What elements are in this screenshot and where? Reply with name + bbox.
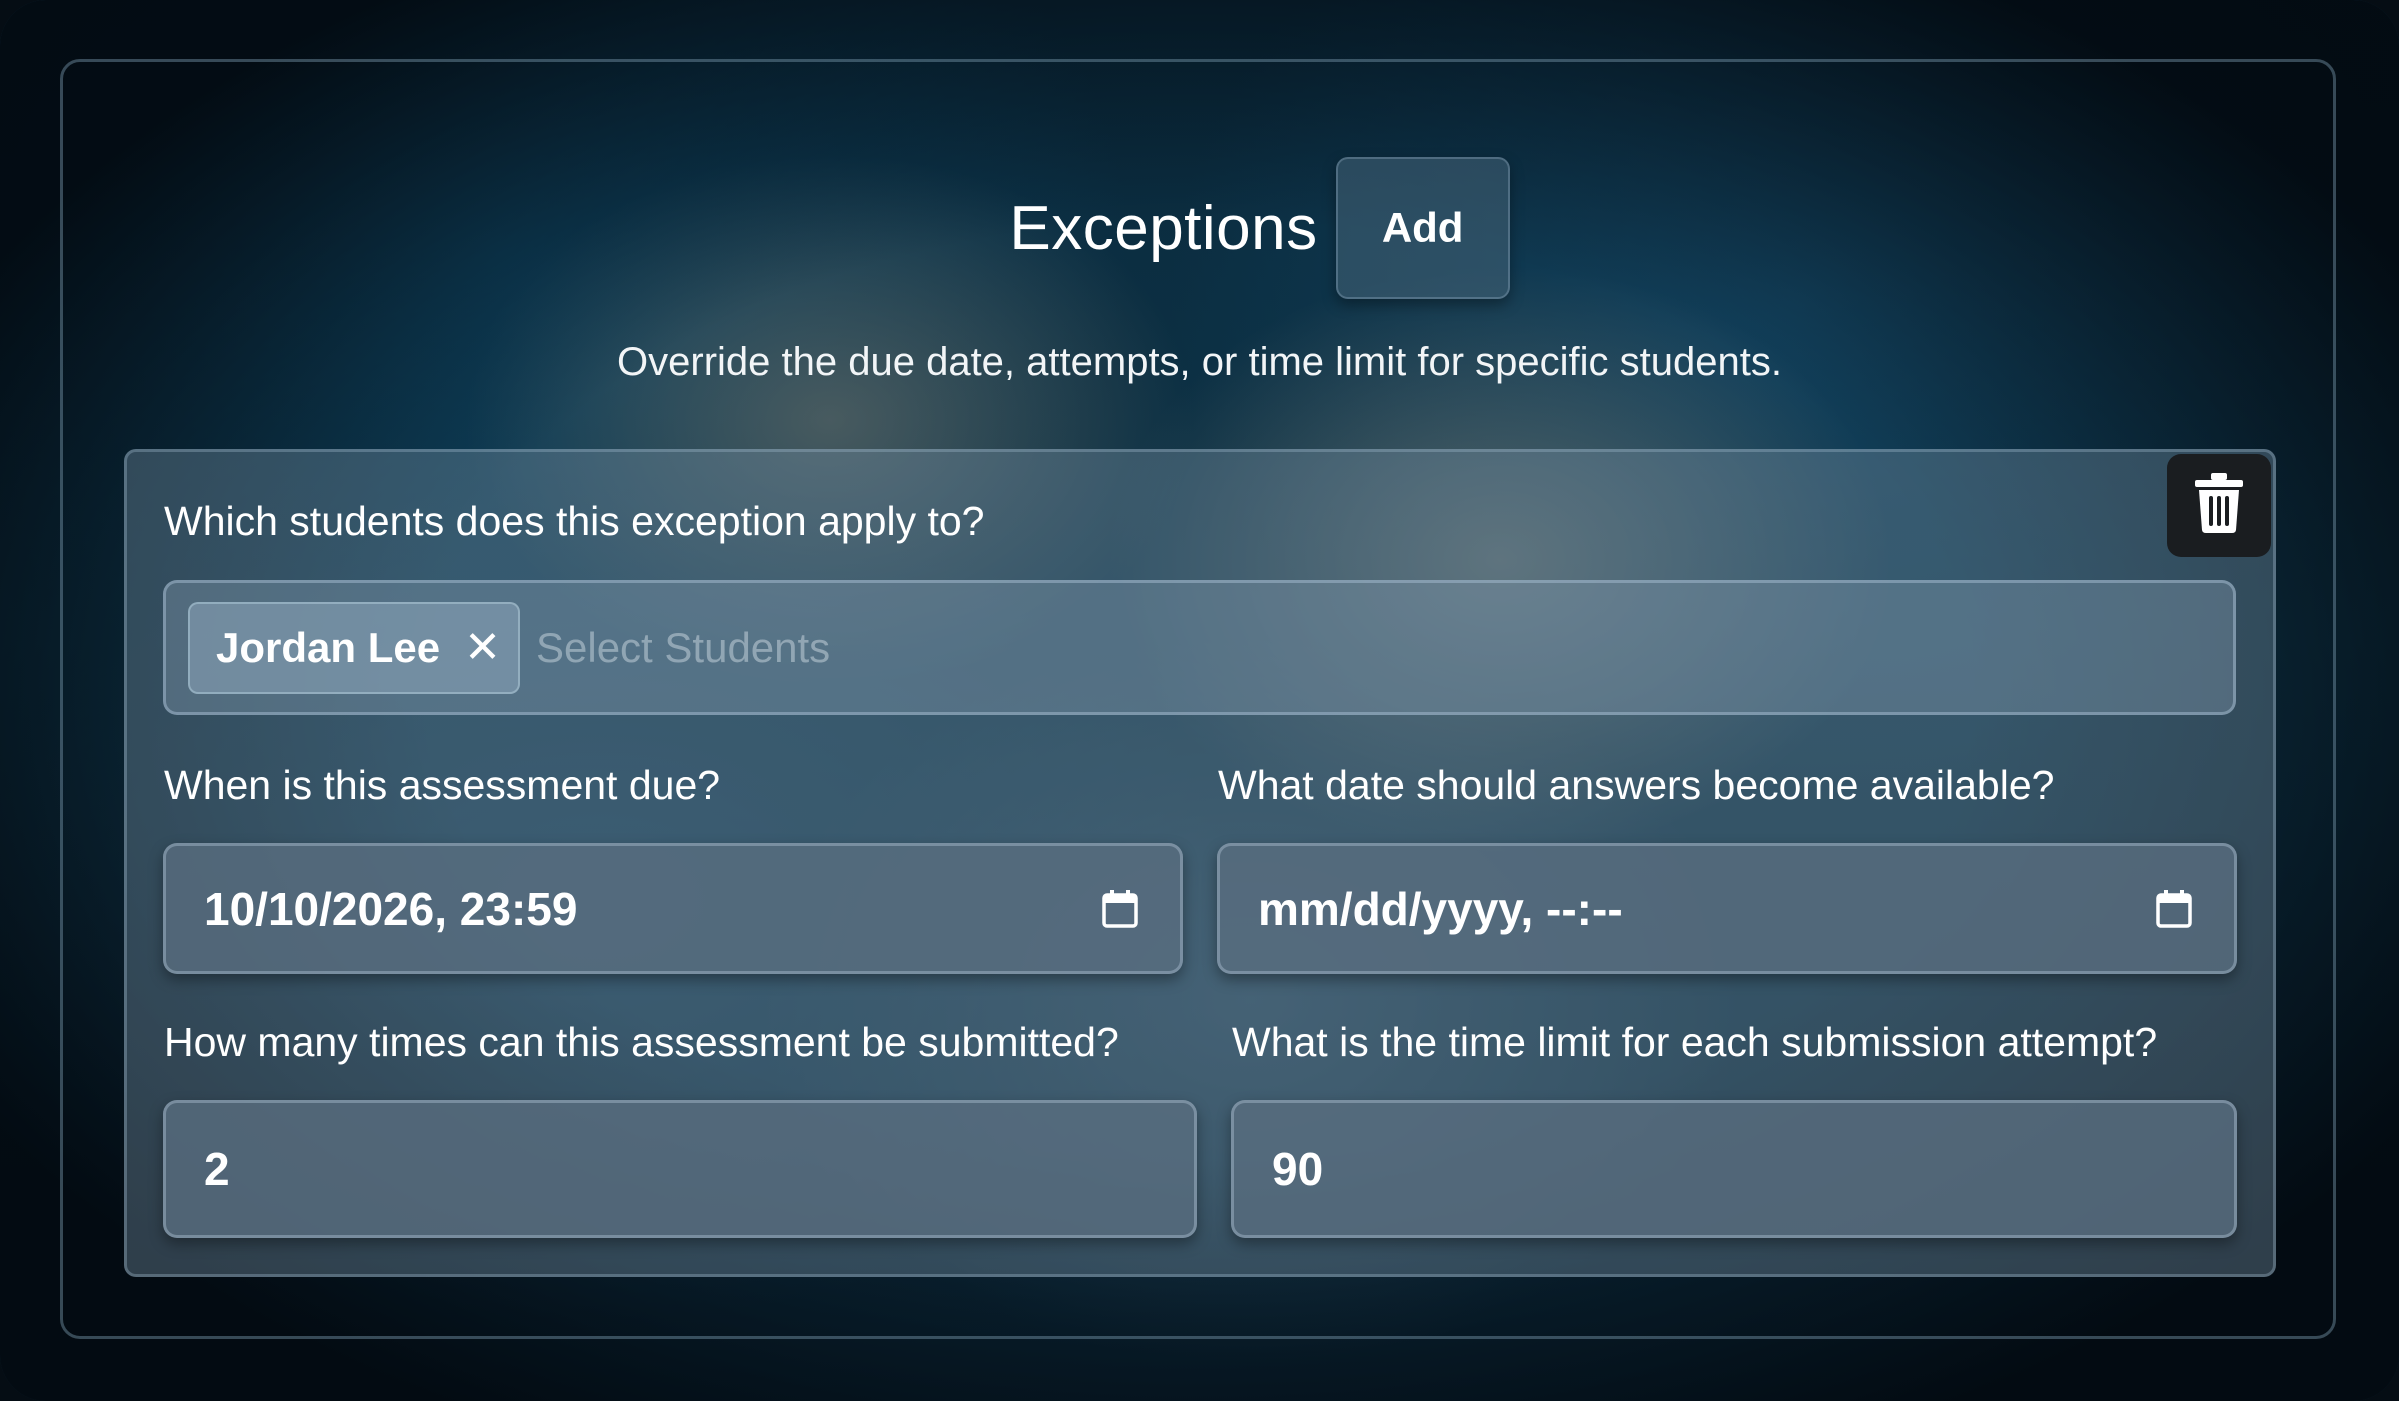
calendar-icon[interactable]: [1102, 889, 1138, 928]
submissions-value: 2: [204, 1143, 230, 1195]
time-limit-input[interactable]: 90: [1231, 1100, 2237, 1238]
close-icon[interactable]: ✕: [464, 625, 501, 670]
submissions-label: How many times can this assessment be su…: [164, 1019, 1119, 1065]
add-exception-button[interactable]: Add: [1335, 157, 1510, 299]
page-title: Exceptions: [1009, 193, 1318, 263]
answers-date-value: mm/dd/yyyy, --:--: [1258, 882, 1623, 935]
due-date-value: 10/10/2026, 23:59: [204, 882, 578, 935]
calendar-icon[interactable]: [2156, 889, 2192, 928]
trash-icon: [2194, 472, 2244, 539]
time-limit-label: What is the time limit for each submissi…: [1232, 1019, 2158, 1065]
students-select[interactable]: Jordan Lee ✕: [163, 580, 2236, 715]
answers-date-input[interactable]: mm/dd/yyyy, --:--: [1217, 843, 2237, 974]
answers-date-label: What date should answers become availabl…: [1218, 762, 2055, 808]
students-label: Which students does this exception apply…: [164, 498, 985, 544]
student-chip: Jordan Lee ✕: [188, 601, 520, 694]
time-limit-value: 90: [1272, 1143, 1324, 1195]
due-date-label: When is this assessment due?: [164, 762, 721, 808]
app-window: Exceptions Add Override the due date, at…: [0, 0, 2399, 1401]
student-chip-label: Jordan Lee: [216, 623, 441, 671]
students-search-input[interactable]: [520, 582, 2233, 713]
due-date-input[interactable]: 10/10/2026, 23:59: [163, 843, 1183, 974]
exceptions-header: Exceptions Add: [0, 155, 2399, 301]
page-description: Override the due date, attempts, or time…: [617, 340, 1782, 384]
delete-exception-button[interactable]: [2167, 454, 2271, 557]
submissions-input[interactable]: 2: [163, 1100, 1197, 1238]
